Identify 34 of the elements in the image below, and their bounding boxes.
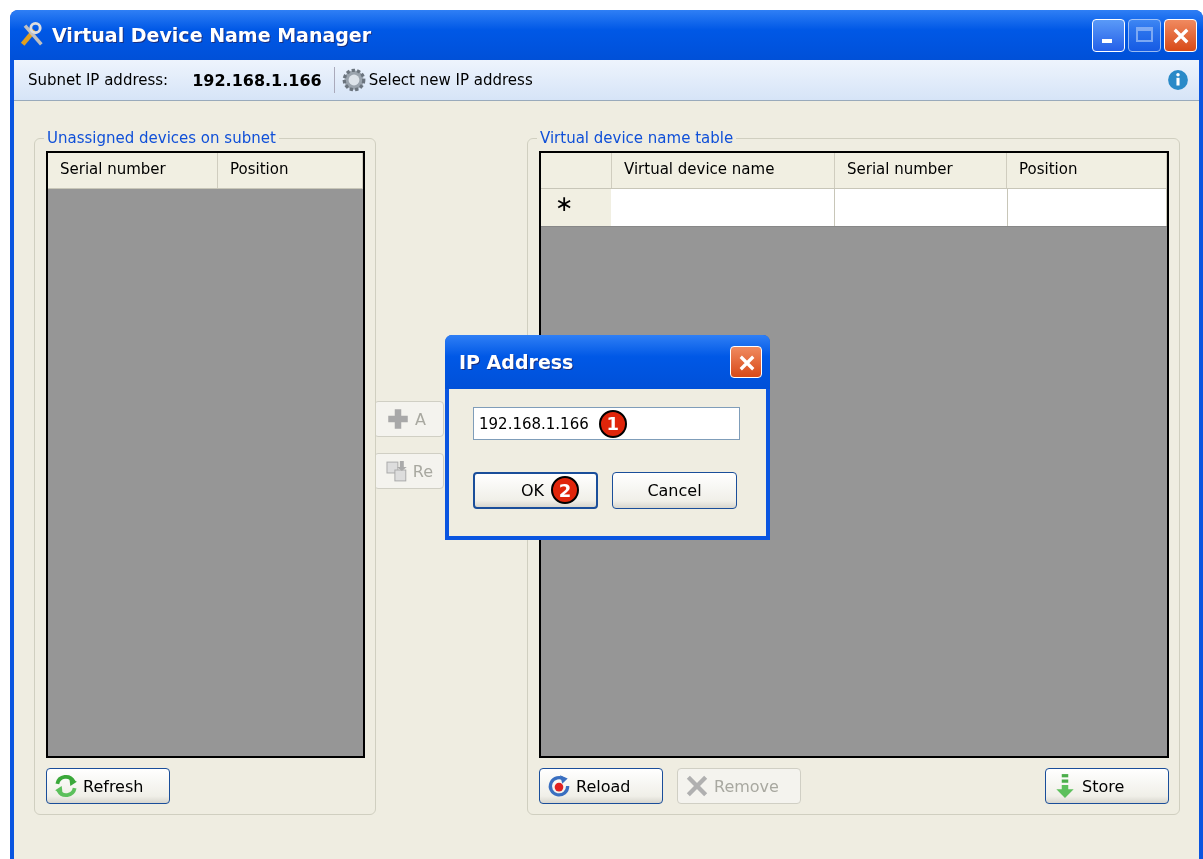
plus-icon [385, 406, 411, 432]
column-header[interactable]: Serial number [835, 153, 1007, 188]
minimize-button[interactable] [1092, 18, 1125, 52]
table-cell[interactable] [1008, 189, 1167, 226]
gear-icon [340, 67, 367, 93]
info-icon[interactable] [1167, 69, 1189, 91]
table-cell[interactable] [835, 189, 1008, 226]
subnet-label: Subnet IP address: [28, 71, 169, 89]
maximize-button[interactable] [1128, 18, 1161, 52]
column-header[interactable]: Virtual device name [612, 153, 835, 188]
cancel-button[interactable]: Cancel [612, 472, 737, 509]
group-title: Virtual device name table [539, 129, 735, 147]
close-button[interactable] [1164, 18, 1197, 52]
refresh-button[interactable]: Refresh [46, 768, 170, 804]
column-header[interactable]: Position [1007, 153, 1167, 188]
column-header[interactable]: Serial number [48, 153, 218, 188]
x-icon [684, 773, 710, 799]
table-cell[interactable] [611, 189, 835, 226]
group-title: Unassigned devices on subnet [46, 129, 277, 147]
close-icon [737, 353, 757, 373]
rename-icon [385, 458, 409, 484]
new-row-marker: ∗ [541, 189, 611, 226]
refresh-icon [53, 773, 79, 799]
step-badge: 1 [598, 409, 627, 438]
store-button[interactable]: Store [1045, 768, 1169, 804]
close-button[interactable] [730, 346, 762, 378]
reload-icon [546, 773, 572, 799]
reload-button[interactable]: Reload [539, 768, 663, 804]
ip-input-field[interactable]: 192.168.1.166 1 [473, 407, 740, 440]
select-ip-button[interactable]: Select new IP address [340, 67, 533, 93]
window-title: Virtual Device Name Manager [52, 24, 373, 46]
column-header[interactable]: Position [218, 153, 363, 188]
subnet-ip-value: 192.168.1.166 [192, 70, 322, 90]
dialog-title: IP Address [459, 351, 575, 373]
